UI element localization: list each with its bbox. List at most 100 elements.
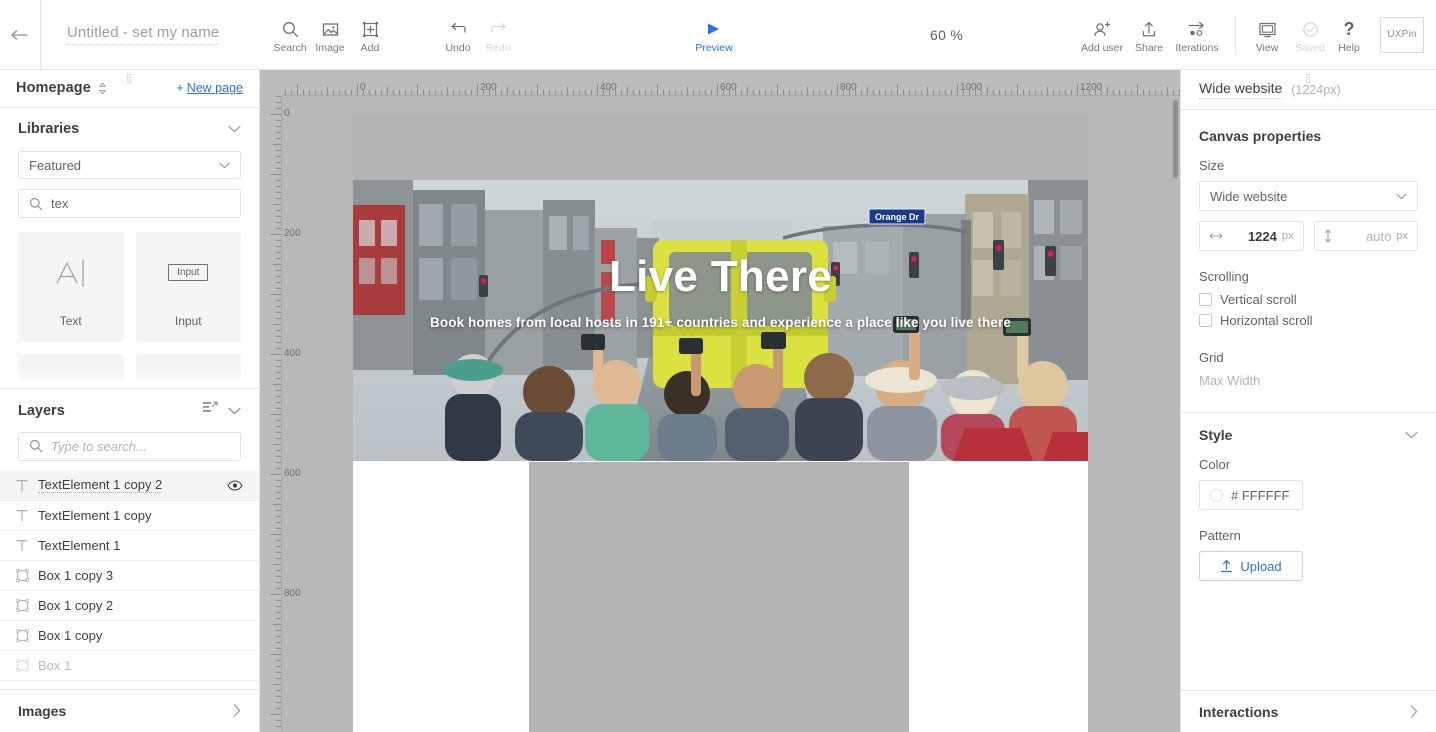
vertical-scroll-checkbox-row[interactable]: Vertical scroll [1199,292,1418,307]
layer-row[interactable]: Box 1 [0,651,259,681]
canvas-vertical-scrollbar[interactable] [1173,100,1178,178]
ruler-tick [276,648,281,649]
background-color-field[interactable]: # FFFFFF [1199,480,1303,510]
ruler-tick [276,216,281,217]
ruler-tick [276,288,281,289]
library-category-select[interactable]: Featured [18,151,241,180]
undo-tool[interactable]: Undo [438,0,478,70]
horizontal-scroll-checkbox-row[interactable]: Horizontal scroll [1199,313,1418,328]
ruler-tick [525,90,526,95]
ruler-tick [276,186,281,187]
check-circle-icon [1302,18,1319,40]
layer-name: TextElement 1 copy [38,507,152,523]
canvas-width-field[interactable]: 1224 px [1199,221,1304,251]
help-tool[interactable]: ? Help [1332,0,1366,70]
sort-updown-icon[interactable] [98,82,107,95]
ruler-tick [399,90,400,95]
layers-search-input[interactable]: Type to search... [18,432,241,461]
ruler-tick [270,294,281,295]
eye-icon[interactable] [227,480,243,491]
interactions-section-header[interactable]: Interactions [1181,690,1436,732]
redo-tool[interactable]: Redo [478,0,518,70]
iterations-tool[interactable]: Iterations [1169,0,1225,70]
canvas-box-header[interactable] [353,114,1088,180]
canvas-hero-image[interactable]: Orange Dr Live There Book homes from loc… [353,180,1088,461]
ruler-tick [351,90,352,95]
vertical-ruler[interactable] [260,70,282,732]
ruler-tick [276,372,281,373]
chevron-down-icon[interactable] [228,402,241,420]
layer-row[interactable]: Box 1 copy 2 [0,591,259,621]
ruler-tick [999,90,1000,95]
max-width-label[interactable]: Max Width [1199,373,1418,388]
style-section-header[interactable]: Style [1181,413,1436,457]
canvas-height-field[interactable]: auto px [1313,221,1418,251]
canvas-area[interactable]: Orange Dr Live There Book homes from loc… [260,70,1180,732]
libraries-section-header[interactable]: Libraries [0,108,259,151]
ruler-tick [273,504,281,505]
hero-subtitle[interactable]: Book homes from local hosts in 191+ coun… [353,315,1088,330]
ruler-tick [423,90,424,95]
preview-button[interactable]: Preview [694,0,734,70]
library-item-input[interactable]: Input Input [135,231,241,342]
ruler-tick [276,612,281,613]
zoom-level[interactable]: 60 % [930,0,963,70]
ruler-tick [270,234,281,235]
add-user-tool[interactable]: Add user [1075,0,1129,70]
library-item-text[interactable]: Text [18,231,124,342]
ruler-tick [537,84,538,95]
back-button[interactable] [0,0,40,70]
layers-list: TextElement 1 copy 2 TextElement 1 copy [0,470,259,681]
ruler-tick [573,90,574,95]
ruler-tick [1017,84,1018,95]
layers-expand-icon[interactable] [203,401,218,420]
library-search-input[interactable]: tex [18,189,241,218]
view-tool[interactable]: View [1246,0,1288,70]
library-item-partial-2[interactable] [135,353,241,380]
ruler-tick [1071,90,1072,95]
ruler-tick [585,90,586,95]
vertical-scroll-checkbox[interactable] [1199,293,1212,306]
layer-row[interactable]: TextElement 1 copy 2 [0,470,259,501]
new-page-button[interactable]: + New page [176,81,243,95]
layers-section-header[interactable]: Layers [0,389,259,432]
canvas-height-unit: px [1396,230,1408,242]
ruler-tick [459,90,460,95]
ruler-tick [276,480,281,481]
ruler-tick [675,90,676,95]
layer-name: Box 1 [38,657,72,673]
upload-label: Upload [1240,558,1282,574]
canvas-properties-section: Canvas properties Size Wide website 1224… [1181,110,1436,396]
image-tool[interactable]: Image [310,0,350,70]
layer-row[interactable]: Box 1 copy [0,621,259,651]
horizontal-ruler[interactable]: 0 200 400 600 800 1000 1200 [260,70,1180,96]
document-title[interactable]: Untitled - set my name [67,24,220,45]
hero-title[interactable]: Live There [353,252,1088,302]
share-tool[interactable]: Share [1129,0,1169,70]
add-tool[interactable]: Add [350,0,390,70]
play-icon [705,18,723,40]
search-tool[interactable]: Search [270,0,310,70]
ruler-tick [270,714,281,715]
ruler-tick [795,90,796,95]
current-page-name[interactable]: Homepage [16,80,91,96]
horizontal-scroll-checkbox[interactable] [1199,314,1212,327]
ruler-tick [507,87,508,95]
size-preset-select[interactable]: Wide website [1199,181,1418,211]
color-swatch[interactable] [1210,488,1223,502]
ruler-corner [260,70,282,96]
libraries-title: Libraries [18,121,80,138]
ruler-tick [276,318,281,319]
canvas-viewport[interactable]: Orange Dr Live There Book homes from loc… [282,96,1180,732]
canvas-name[interactable]: Wide website [1199,80,1283,99]
layer-row[interactable]: Box 1 copy 3 [0,561,259,591]
ruler-tick [273,144,281,145]
canvas-box-content[interactable] [529,462,909,732]
upload-pattern-button[interactable]: Upload [1199,551,1303,581]
images-section-header[interactable]: Images [0,688,259,732]
uxpin-logo[interactable]: UXPin [1380,16,1424,53]
layer-row[interactable]: TextElement 1 [0,531,259,561]
library-item-partial-1[interactable] [18,353,124,380]
ruler-tick [276,330,281,331]
layer-row[interactable]: TextElement 1 copy [0,501,259,531]
